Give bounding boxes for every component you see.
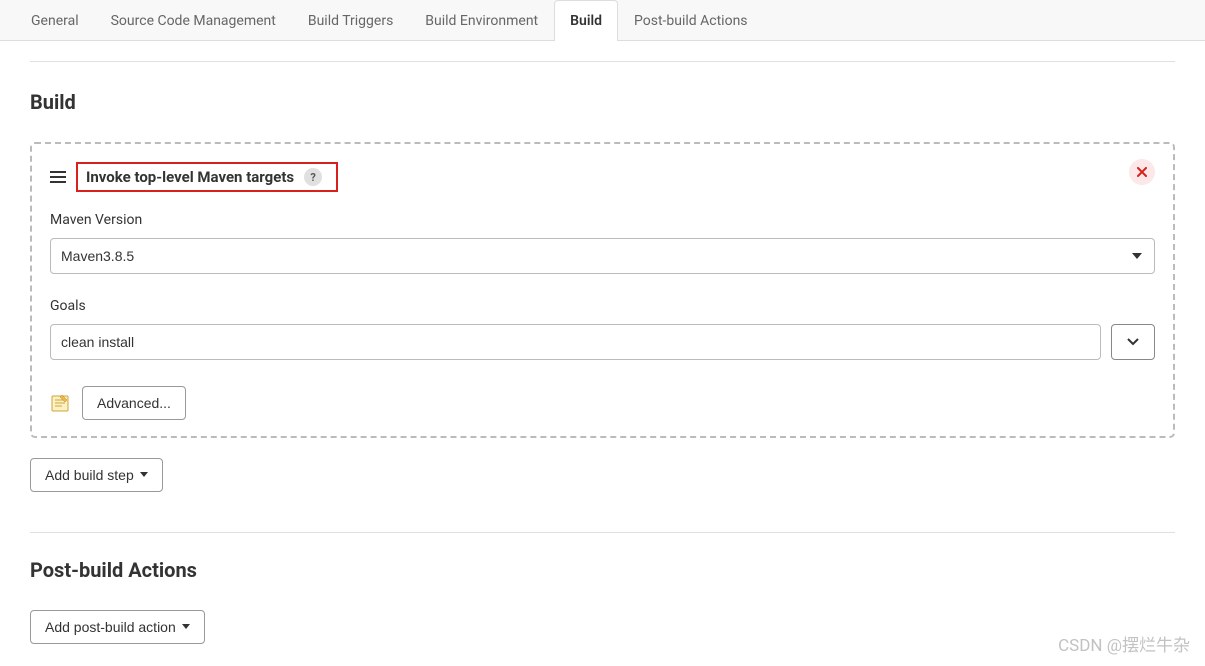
add-post-build-action-label: Add post-build action bbox=[45, 619, 176, 635]
tab-build-triggers[interactable]: Build Triggers bbox=[292, 0, 409, 41]
section-divider bbox=[30, 532, 1175, 533]
build-step-container: Invoke top-level Maven targets ? Maven V… bbox=[30, 142, 1175, 438]
chevron-down-icon bbox=[1127, 338, 1139, 346]
notepad-icon bbox=[50, 393, 70, 413]
goals-input[interactable] bbox=[50, 324, 1101, 360]
postbuild-section-title: Post-build Actions bbox=[30, 558, 1175, 582]
advanced-row: Advanced... bbox=[50, 386, 1155, 420]
maven-version-label: Maven Version bbox=[50, 212, 1155, 228]
add-build-step-button[interactable]: Add build step bbox=[30, 458, 163, 492]
tab-build[interactable]: Build bbox=[554, 0, 618, 41]
advanced-button[interactable]: Advanced... bbox=[82, 386, 186, 420]
config-tabs: General Source Code Management Build Tri… bbox=[0, 0, 1205, 41]
tab-general[interactable]: General bbox=[15, 0, 95, 41]
drag-handle-icon[interactable] bbox=[50, 171, 68, 183]
goals-field: Goals bbox=[50, 298, 1155, 360]
help-icon[interactable]: ? bbox=[304, 168, 322, 186]
build-step-title-highlight: Invoke top-level Maven targets ? bbox=[76, 162, 338, 192]
maven-version-select[interactable]: Maven3.8.5 bbox=[50, 238, 1155, 274]
top-divider bbox=[30, 61, 1175, 62]
tab-post-build[interactable]: Post-build Actions bbox=[618, 0, 764, 41]
caret-down-icon bbox=[140, 472, 148, 478]
goals-dropdown-toggle[interactable] bbox=[1111, 324, 1155, 360]
build-section-title: Build bbox=[30, 90, 1175, 114]
add-post-build-action-button[interactable]: Add post-build action bbox=[30, 610, 205, 644]
tab-scm[interactable]: Source Code Management bbox=[95, 0, 292, 41]
advanced-button-label: Advanced... bbox=[97, 395, 171, 411]
add-build-step-label: Add build step bbox=[45, 467, 134, 483]
tab-build-environment[interactable]: Build Environment bbox=[409, 0, 554, 41]
maven-version-field: Maven Version Maven3.8.5 bbox=[50, 212, 1155, 274]
caret-down-icon bbox=[182, 624, 190, 630]
build-step-title: Invoke top-level Maven targets bbox=[86, 168, 294, 186]
close-icon bbox=[1137, 167, 1147, 177]
goals-label: Goals bbox=[50, 298, 1155, 314]
build-step-header: Invoke top-level Maven targets ? bbox=[50, 162, 1155, 192]
main-content: Build Invoke top-level Maven targets ? M… bbox=[0, 41, 1205, 664]
remove-step-button[interactable] bbox=[1129, 159, 1155, 185]
